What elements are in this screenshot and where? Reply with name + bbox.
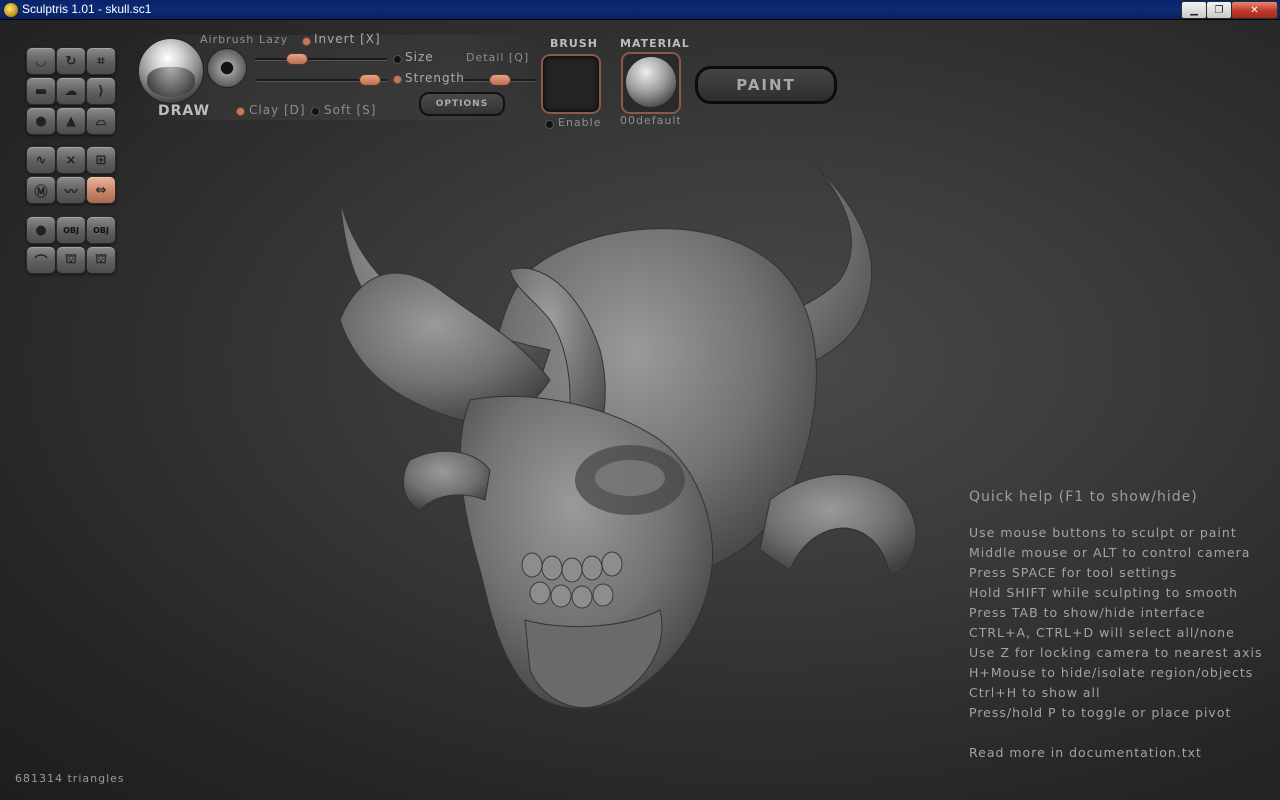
crease-tool-button[interactable]: ◡	[26, 47, 56, 75]
flatten-tool-button[interactable]: ▬	[26, 77, 56, 105]
brush-texture-slot[interactable]	[541, 54, 601, 114]
inflate-tool-button[interactable]: ☁	[56, 77, 86, 105]
help-line: CTRL+A, CTRL+D will select all/none	[969, 625, 1235, 640]
help-line: H+Mouse to hide/isolate region/objects	[969, 665, 1254, 680]
brush-heading: BRUSH	[550, 37, 598, 50]
wave-icon: 〰	[64, 184, 78, 200]
help-line: Hold SHIFT while sculpting to smooth	[969, 585, 1239, 600]
size-indicator	[393, 55, 402, 64]
minimize-button[interactable]: ▁	[1181, 1, 1207, 19]
triangle-count: 681314 triangles	[15, 772, 125, 785]
draw-tool-preview[interactable]	[138, 38, 204, 104]
strength-label: Strength	[405, 71, 465, 85]
close-icon: ✕	[1250, 4, 1259, 16]
skull-model[interactable]	[339, 164, 917, 710]
help-line: Middle mouse or ALT to control camera	[969, 545, 1251, 560]
grid-icon: ⊞	[95, 152, 107, 168]
material-slot[interactable]	[621, 52, 681, 114]
plane-icon: ⌒	[34, 254, 48, 270]
reduce-icon: ⌓	[95, 113, 107, 129]
move-arrows-icon: ⇔	[95, 182, 107, 198]
brush-enable-checkbox[interactable]	[545, 120, 554, 129]
rotate-icon: ↻	[65, 53, 77, 69]
detail-label: Detail [Q]	[466, 51, 530, 64]
grid-button[interactable]: ⊞	[86, 146, 116, 174]
sphere-icon: ●	[35, 222, 47, 238]
options-button[interactable]: OPTIONS	[419, 92, 505, 116]
lazy-radius-icon[interactable]	[207, 48, 247, 88]
crease-icon: ◡	[36, 53, 46, 69]
detail-slider-handle[interactable]	[489, 74, 511, 86]
strength-slider-handle[interactable]	[359, 74, 381, 86]
tool-name: DRAW	[158, 103, 211, 119]
material-name: 00default	[620, 114, 682, 127]
save-file-button[interactable]: ⛫	[86, 246, 116, 274]
lazy-label[interactable]: Lazy	[259, 33, 288, 46]
scale-icon: ⌗	[97, 53, 105, 69]
move-button[interactable]: ⇔	[86, 176, 116, 204]
size-slider-handle[interactable]	[286, 53, 308, 65]
import-obj-icon: OBJ	[63, 225, 79, 235]
open-file-icon: ⛫	[65, 251, 77, 267]
new-sphere-button[interactable]: ●	[26, 216, 56, 244]
clay-checkbox[interactable]	[236, 107, 245, 116]
paint-button[interactable]: PAINT	[695, 66, 837, 104]
wave-button[interactable]: 〰	[56, 176, 86, 204]
scale-tool-button[interactable]: ⌗	[86, 47, 116, 75]
invert-label[interactable]: Invert [X]	[314, 32, 381, 46]
rotate-tool-button[interactable]: ↻	[56, 47, 86, 75]
window-title: Sculptris 1.01 - skull.sc1	[22, 2, 152, 16]
restore-icon: ❐	[1214, 4, 1224, 16]
close-button[interactable]: ✕	[1231, 1, 1278, 19]
pinch-tool-button[interactable]: ⟩	[86, 77, 116, 105]
mask-button[interactable]: Ⓜ	[26, 176, 56, 204]
help-line: Press SPACE for tool settings	[969, 565, 1178, 580]
new-plane-button[interactable]: ⌒	[26, 246, 56, 274]
reduce-tool-button[interactable]: ⌓	[86, 107, 116, 135]
brush-enable-label[interactable]: Enable	[558, 116, 601, 129]
help-line: Press TAB to show/hide interface	[969, 605, 1206, 620]
size-label: Size	[405, 50, 434, 64]
draw-brush-icon	[147, 67, 195, 97]
import-obj-button[interactable]: OBJ	[56, 216, 86, 244]
wireframe-icon: ⨯	[65, 152, 77, 168]
quick-help-panel: Quick help (F1 to show/hide) Use mouse b…	[969, 489, 1269, 763]
smooth-icon: ▲	[66, 113, 76, 129]
airbrush-label[interactable]: Airbrush	[200, 33, 254, 46]
sculpt-viewport[interactable]	[300, 150, 940, 730]
soft-label[interactable]: Soft [S]	[324, 103, 376, 117]
export-obj-button[interactable]: OBJ	[86, 216, 116, 244]
help-line: Use Z for locking camera to nearest axis	[969, 645, 1263, 660]
help-footer: Read more in documentation.txt	[969, 745, 1202, 760]
soft-checkbox[interactable]	[311, 107, 320, 116]
sculptris-app-icon[interactable]	[3, 2, 19, 18]
symmetry-button[interactable]: ∿	[26, 146, 56, 174]
export-obj-icon: OBJ	[93, 225, 109, 235]
help-line: Use mouse buttons to sculpt or paint	[969, 525, 1237, 540]
maximize-button[interactable]: ❐	[1206, 1, 1232, 19]
material-sphere-icon	[626, 57, 676, 107]
wireframe-button[interactable]: ⨯	[56, 146, 86, 174]
title-bar: Sculptris 1.01 - skull.sc1 ▁ ❐ ✕	[0, 0, 1280, 20]
symmetry-icon: ∿	[35, 152, 47, 168]
mask-icon: Ⓜ	[34, 184, 48, 200]
clay-label[interactable]: Clay [D]	[249, 103, 306, 117]
open-file-button[interactable]: ⛫	[56, 246, 86, 274]
minimize-icon: ▁	[1190, 4, 1198, 16]
quick-help-title: Quick help (F1 to show/hide)	[969, 489, 1198, 505]
help-line: Ctrl+H to show all	[969, 685, 1101, 700]
pinch-icon: ⟩	[98, 83, 104, 99]
invert-checkbox[interactable]	[302, 37, 311, 46]
strength-indicator	[393, 75, 402, 84]
grab-icon: ●	[35, 113, 47, 129]
smooth-tool-button[interactable]: ▲	[56, 107, 86, 135]
inflate-icon: ☁	[64, 83, 78, 99]
grab-tool-button[interactable]: ●	[26, 107, 56, 135]
flatten-icon: ▬	[34, 83, 48, 99]
material-heading: MATERIAL	[620, 37, 690, 50]
size-slider-track[interactable]	[255, 58, 387, 61]
save-file-icon: ⛫	[95, 251, 107, 267]
help-line: Press/hold P to toggle or place pivot	[969, 705, 1232, 720]
